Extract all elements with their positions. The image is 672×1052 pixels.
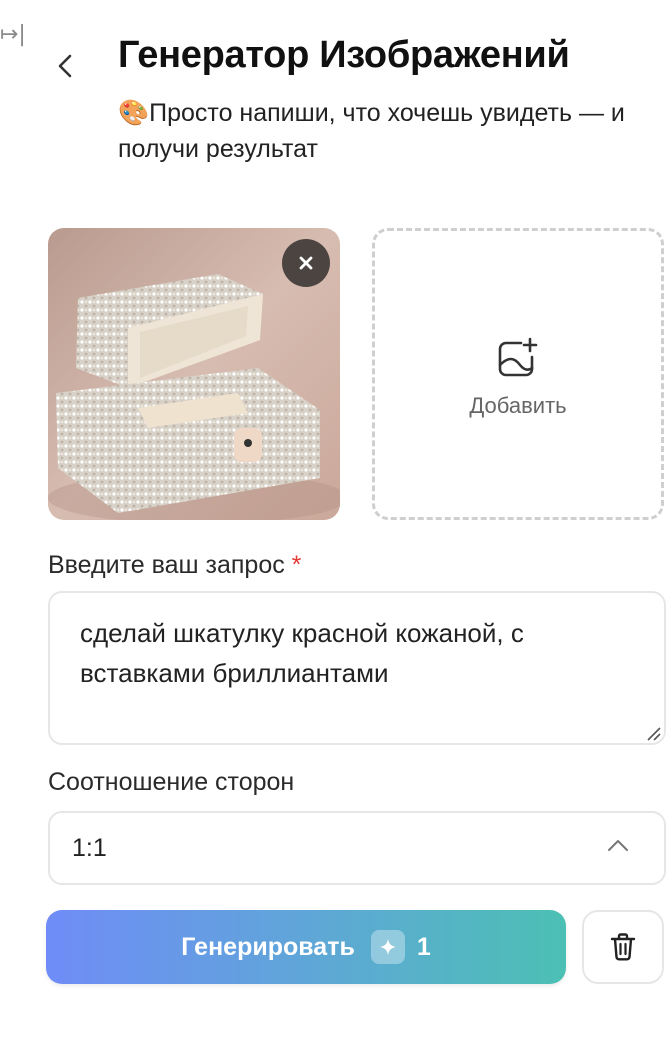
generate-button[interactable]: Генерировать 1 <box>46 910 566 984</box>
chevron-left-icon <box>58 54 72 78</box>
prompt-label: Введите ваш запрос * <box>48 551 301 580</box>
add-image-button[interactable]: Добавить <box>372 228 664 520</box>
aspect-label: Соотношение сторон <box>48 768 295 796</box>
add-image-label: Добавить <box>469 393 567 418</box>
page-subtitle: 🎨Просто напиши, что хочешь увидеть — и п… <box>118 95 668 167</box>
page-title: Генератор Изображений <box>118 34 570 76</box>
add-image-icon <box>498 337 538 377</box>
delete-button[interactable] <box>582 910 664 984</box>
corner-glyph: ↦| <box>0 22 26 47</box>
resize-grip-icon[interactable] <box>644 724 662 742</box>
remove-image-button[interactable] <box>282 239 330 287</box>
generate-cost: 1 <box>416 932 431 961</box>
prompt-input[interactable]: сделай шкатулку красной кожаной, с встав… <box>48 591 666 745</box>
aspect-ratio-value: 1:1 <box>72 833 107 862</box>
palette-icon: 🎨 <box>118 98 150 127</box>
close-icon <box>299 256 313 270</box>
prompt-label-text: Введите ваш запрос <box>48 551 285 579</box>
generate-label: Генерировать <box>181 932 355 961</box>
back-button[interactable] <box>50 46 80 86</box>
required-mark: * <box>291 551 302 579</box>
trash-icon <box>610 933 636 961</box>
subtitle-text: Просто напиши, что хочешь увидеть — и по… <box>118 99 625 163</box>
aspect-ratio-select[interactable]: 1:1 <box>48 811 666 885</box>
diamond-icon <box>370 930 405 964</box>
chevron-up-icon <box>608 840 628 851</box>
